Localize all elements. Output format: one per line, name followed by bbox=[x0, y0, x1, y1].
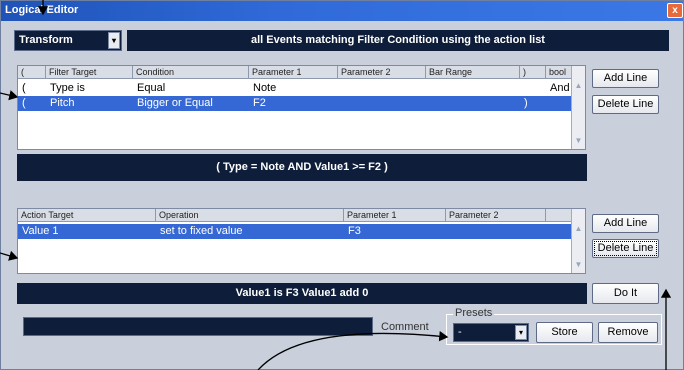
filter-header-close-paren: ) bbox=[520, 66, 546, 79]
mode-select-value: Transform bbox=[19, 34, 73, 46]
filter-cell-param1: Note bbox=[253, 82, 277, 94]
action-grid-header: Action Target Operation Parameter 1 Para… bbox=[18, 209, 585, 222]
presets-label: Presets bbox=[453, 307, 495, 319]
title-bar[interactable]: Logical Editor x bbox=[1, 1, 683, 21]
action-header-param1: Parameter 1 bbox=[344, 209, 446, 222]
store-button[interactable]: Store bbox=[536, 322, 593, 343]
mode-select[interactable]: Transform ▾ bbox=[14, 30, 122, 51]
filter-header-target: Filter Target bbox=[46, 66, 133, 79]
filter-condition-grid[interactable]: ( Filter Target Condition Parameter 1 Pa… bbox=[17, 65, 586, 150]
filter-header-param1: Parameter 1 bbox=[249, 66, 338, 79]
chevron-down-icon[interactable]: ▾ bbox=[108, 32, 120, 49]
action-header-target: Action Target bbox=[18, 209, 156, 222]
action-list-grid[interactable]: Action Target Operation Parameter 1 Para… bbox=[17, 208, 586, 274]
add-line-button[interactable]: Add Line bbox=[592, 69, 659, 88]
filter-cell-close-paren: ) bbox=[524, 97, 528, 109]
action-scrollbar[interactable]: ▲ ▼ bbox=[571, 209, 585, 273]
filter-cell-open-paren: ( bbox=[22, 82, 26, 94]
delete-line-button[interactable]: Delete Line bbox=[592, 95, 659, 114]
chevron-down-icon[interactable]: ▾ bbox=[515, 325, 527, 340]
filter-cell-param1: F2 bbox=[253, 97, 266, 109]
filter-header-param2: Parameter 2 bbox=[338, 66, 426, 79]
window-title: Logical Editor bbox=[5, 4, 79, 16]
filter-cell-condition: Bigger or Equal bbox=[137, 97, 213, 109]
scroll-up-icon[interactable]: ▲ bbox=[573, 223, 584, 235]
action-cell-operation: set to fixed value bbox=[160, 225, 243, 237]
scroll-down-icon[interactable]: ▼ bbox=[573, 259, 584, 271]
filter-cell-target: Pitch bbox=[50, 97, 75, 109]
do-it-button[interactable]: Do It bbox=[592, 283, 659, 304]
presets-select[interactable]: - ▾ bbox=[453, 323, 529, 342]
mode-banner: all Events matching Filter Condition usi… bbox=[127, 30, 669, 51]
comment-input[interactable] bbox=[23, 317, 373, 336]
filter-cell-open-paren: ( bbox=[22, 97, 26, 109]
filter-header-condition: Condition bbox=[133, 66, 249, 79]
add-line-button-2[interactable]: Add Line bbox=[592, 214, 659, 233]
delete-line-button-2[interactable]: Delete Line bbox=[592, 239, 659, 258]
filter-header-bool: bool bbox=[546, 66, 572, 79]
scroll-up-icon[interactable]: ▲ bbox=[573, 80, 584, 92]
remove-button[interactable]: Remove bbox=[598, 322, 658, 343]
presets-select-value: - bbox=[458, 326, 462, 338]
action-header-operation: Operation bbox=[156, 209, 344, 222]
scroll-down-icon[interactable]: ▼ bbox=[573, 135, 584, 147]
close-icon[interactable]: x bbox=[667, 3, 683, 18]
comment-label: Comment bbox=[381, 321, 429, 333]
filter-cell-target: Type is bbox=[50, 82, 85, 94]
action-expression: Value1 is F3 Value1 add 0 bbox=[17, 283, 587, 304]
filter-row-selected[interactable]: ( Pitch Bigger or Equal F2 ) bbox=[18, 96, 572, 111]
filter-scrollbar[interactable]: ▲ ▼ bbox=[571, 66, 585, 149]
action-cell-param1: F3 bbox=[348, 225, 361, 237]
filter-cell-condition: Equal bbox=[137, 82, 166, 94]
filter-cell-bool: And bbox=[550, 82, 570, 94]
filter-header-bar-range: Bar Range bbox=[426, 66, 520, 79]
filter-grid-header: ( Filter Target Condition Parameter 1 Pa… bbox=[18, 66, 585, 79]
logical-editor-window: Logical Editor x Transform ▾ all Events … bbox=[0, 0, 684, 370]
action-header-param2: Parameter 2 bbox=[446, 209, 546, 222]
filter-header-open-paren: ( bbox=[18, 66, 46, 79]
action-cell-target: Value 1 bbox=[22, 225, 59, 237]
filter-expression: ( Type = Note AND Value1 >= F2 ) bbox=[17, 154, 587, 181]
filter-row[interactable]: ( Type is Equal Note And bbox=[18, 81, 572, 96]
action-row-selected[interactable]: Value 1 set to fixed value F3 bbox=[18, 224, 572, 239]
